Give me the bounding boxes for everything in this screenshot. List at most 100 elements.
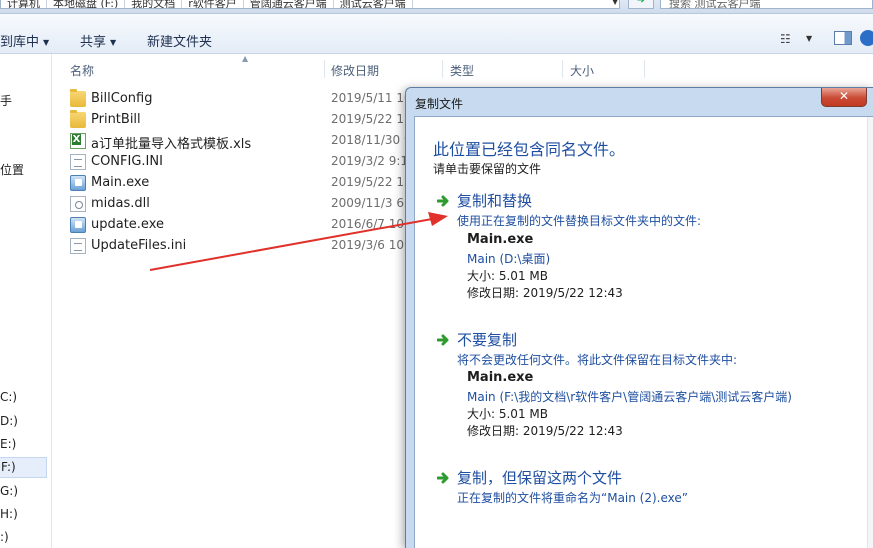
command-bar: 到库中 ▼ 共享 ▼ 新建文件夹 ☷ ▼ (0, 14, 873, 54)
file-row[interactable]: Main.exe 2019/5/22 12 (70, 173, 430, 193)
option-file-size: 大小: 5.01 MB (467, 269, 548, 283)
include-in-library-label: 到库中 (0, 35, 40, 50)
file-row[interactable]: UpdateFiles.ini 2019/3/6 10: (70, 236, 430, 256)
column-headers: ▲ 名称 修改日期 类型 大小 (52, 54, 873, 80)
option-file-date: 修改日期: 2019/5/22 12:43 (467, 424, 623, 438)
file-name: a订单批量导入格式模板.xls (91, 137, 252, 152)
option-file-location: Main (F:\我的文档\r软件客户\管阔通云客户端\测试云客户端) (467, 390, 792, 404)
file-row[interactable]: midas.dll 2009/11/3 6:0 (70, 194, 430, 214)
nav-drive-d[interactable]: D:) (0, 414, 18, 428)
view-options-icon[interactable]: ☷ (780, 32, 791, 46)
option-description: 将不会更改任何文件。将此文件保留在目标文件夹中: (457, 353, 738, 367)
file-date: 2009/11/3 6:0 (331, 196, 416, 210)
file-date: 2019/3/2 9:1 (331, 154, 409, 168)
option-file-size: 大小: 5.01 MB (467, 407, 548, 421)
green-arrow-icon (437, 195, 449, 207)
file-row[interactable]: CONFIG.INI 2019/3/2 9:1 (70, 152, 430, 172)
dialog-title: 复制文件 (415, 97, 464, 111)
new-folder-button[interactable]: 新建文件夹 (147, 31, 212, 50)
green-arrow-icon (437, 472, 449, 484)
file-name: midas.dll (91, 196, 150, 211)
breadcrumb-item[interactable]: 管阔通云客户端 (244, 0, 334, 8)
green-arrow-icon (437, 334, 449, 346)
breadcrumb-item[interactable]: 本地磁盘 (F:) (47, 0, 126, 8)
dialog-body: 此位置已经包含同名文件。 请单击要保留的文件 复制和替换 使用正在复制的文件替换… (414, 116, 873, 548)
option-title: 不要复制 (457, 331, 518, 349)
nav-drive-e[interactable]: E:) (0, 437, 16, 451)
nav-drive-g[interactable]: G:) (0, 484, 18, 498)
column-header-date[interactable]: 修改日期 (331, 62, 379, 79)
file-date: 2019/5/22 12 (331, 175, 412, 189)
option-title: 复制，但保留这两个文件 (457, 469, 623, 487)
dialog-heading: 此位置已经包含同名文件。 (433, 140, 626, 159)
dont-copy-option[interactable]: 不要复制 将不会更改任何文件。将此文件保留在目标文件夹中: Main.exe M… (437, 329, 857, 439)
breadcrumb-item[interactable]: 测试云客户端 (334, 0, 413, 8)
nav-drive-c[interactable]: C:) (0, 390, 17, 404)
option-title: 复制和替换 (457, 192, 533, 210)
file-row[interactable]: a订单批量导入格式模板.xls 2018/11/30 9 (70, 131, 430, 152)
dialog-scrollbar[interactable] (867, 117, 873, 548)
address-dropdown-icon[interactable]: ▼ (612, 0, 618, 6)
file-date: 2019/5/11 10 (331, 91, 412, 105)
close-button[interactable]: ✕ (821, 88, 867, 107)
address-bar: 计算机 本地磁盘 (F:) 我的文档 r软件客户 管阔通云客户端 测试云客户端 ▼ ➜ 搜… (0, 0, 873, 14)
breadcrumb[interactable]: 计算机 本地磁盘 (F:) 我的文档 r软件客户 管阔通云客户端 测试云客户端 (0, 0, 620, 9)
exe-file-icon (70, 217, 86, 233)
breadcrumb-item[interactable]: 计算机 (1, 0, 47, 8)
chevron-down-icon[interactable]: ▼ (806, 34, 812, 43)
column-divider[interactable] (324, 60, 325, 78)
file-date: 2019/5/22 11 (331, 112, 412, 126)
option-file-name: Main.exe (467, 232, 534, 247)
file-name: Main.exe (91, 175, 150, 190)
column-divider[interactable] (442, 60, 443, 78)
nav-drive-other[interactable]: :) (0, 530, 9, 544)
folder-icon (70, 110, 86, 128)
file-date: 2016/6/7 10: (331, 217, 409, 231)
file-date: 2019/3/6 10: (331, 238, 409, 252)
column-divider[interactable] (644, 60, 645, 78)
file-row[interactable]: PrintBill 2019/5/22 11 (70, 110, 430, 130)
excel-file-icon (70, 133, 86, 149)
copy-and-replace-option[interactable]: 复制和替换 使用正在复制的文件替换目标文件夹中的文件: Main.exe Mai… (437, 190, 857, 300)
copy-file-dialog: 复制文件 ✕ 此位置已经包含同名文件。 请单击要保留的文件 复制和替换 使用正在… (405, 87, 873, 548)
nav-item[interactable]: 位置 (0, 161, 24, 178)
file-date: 2018/11/30 9 (331, 133, 412, 147)
copy-keep-both-option[interactable]: 复制，但保留这两个文件 正在复制的文件将重命名为“Main (2).exe” (437, 467, 857, 509)
chevron-down-icon: ▼ (43, 38, 50, 47)
breadcrumb-item[interactable]: 我的文档 (125, 0, 183, 8)
breadcrumb-item[interactable]: r软件客户 (182, 0, 244, 8)
exe-file-icon (70, 175, 86, 191)
option-description: 使用正在复制的文件替换目标文件夹中的文件: (457, 214, 702, 228)
column-divider[interactable] (562, 60, 563, 78)
folder-icon (70, 89, 86, 107)
column-header-type[interactable]: 类型 (450, 62, 474, 79)
file-row[interactable]: BillConfig 2019/5/11 10 (70, 89, 430, 109)
chevron-down-icon: ▼ (110, 38, 117, 47)
option-file-location: Main (D:\桌面) (467, 252, 551, 266)
help-icon[interactable] (860, 30, 873, 46)
file-name: PrintBill (91, 112, 141, 127)
option-file-date: 修改日期: 2019/5/22 12:43 (467, 286, 623, 300)
ini-file-icon (70, 238, 86, 254)
nav-drive-h[interactable]: H:) (0, 507, 18, 521)
file-name: update.exe (91, 217, 164, 232)
column-header-size[interactable]: 大小 (570, 62, 594, 79)
include-in-library-button[interactable]: 到库中 ▼ (0, 31, 49, 50)
file-name: CONFIG.INI (91, 154, 163, 169)
ini-file-icon (70, 154, 86, 170)
share-button[interactable]: 共享 ▼ (80, 31, 116, 50)
dll-file-icon (70, 196, 86, 212)
file-name: BillConfig (91, 91, 153, 106)
search-input[interactable]: 搜索 测试云客户端 (660, 0, 873, 10)
file-name: UpdateFiles.ini (91, 238, 187, 253)
refresh-icon[interactable]: ➜ (628, 0, 654, 9)
sort-ascending-icon: ▲ (242, 54, 249, 63)
dialog-subheading: 请单击要保留的文件 (433, 162, 542, 176)
file-row[interactable]: update.exe 2016/6/7 10: (70, 215, 430, 235)
navigation-pane: 手 位置 C:) D:) E:) F:) G:) H:) :) (0, 54, 52, 548)
option-description: 正在复制的文件将重命名为“Main (2).exe” (457, 491, 688, 505)
nav-item[interactable]: 手 (0, 92, 12, 109)
preview-pane-icon[interactable] (834, 31, 852, 45)
column-header-name[interactable]: 名称 (70, 62, 94, 79)
nav-drive-f[interactable]: F:) (0, 457, 47, 478)
